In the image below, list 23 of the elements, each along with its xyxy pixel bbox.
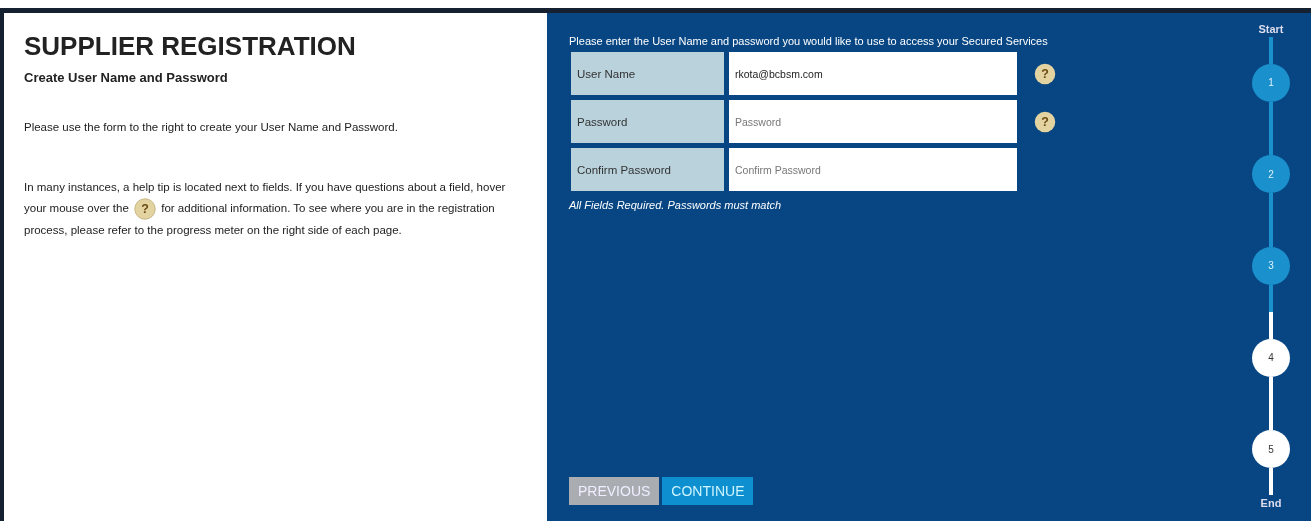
page-title: SUPPLIER REGISTRATION xyxy=(24,31,357,62)
input-field[interactable]: rkota@bcbsm.com xyxy=(729,52,1017,95)
form-instruction: Please enter the User Name and password you would like to use to access your Secured Services xyxy=(569,35,1049,47)
progress-step: 2 xyxy=(1252,155,1290,194)
form-note: All Fields Required. Passwords must match xyxy=(569,199,783,211)
help-icon[interactable]: ? xyxy=(1034,110,1056,133)
help-icon: ? xyxy=(134,198,157,220)
field-label: Password xyxy=(571,100,724,143)
field-label: User Name xyxy=(571,52,724,95)
help-text: In many instances, a help tip is located next to fields. If you have questions about a field, hover your mouse over the ? for additional information. To see where you are in the registration process, please refer to the progress meter on the right side of each page. xyxy=(24,177,527,241)
intro-text: Please use the form to the right to create your User Name and Password. xyxy=(24,121,399,133)
field-label: Confirm Password xyxy=(571,148,724,191)
continue-button[interactable]: CONTINUE xyxy=(662,477,754,505)
end-label: End xyxy=(1260,496,1282,509)
progress-step: 5 xyxy=(1252,430,1290,469)
page-subtitle: Create User Name and Password xyxy=(24,70,229,85)
progress-step: 1 xyxy=(1252,63,1290,102)
input-field[interactable]: Confirm Password xyxy=(729,148,1017,191)
progress-step: 4 xyxy=(1252,338,1290,377)
input-field[interactable]: Password xyxy=(729,100,1017,143)
help-icon[interactable]: ? xyxy=(1034,62,1056,85)
start-label: Start xyxy=(1258,23,1284,35)
progress-step: 3 xyxy=(1252,247,1290,285)
